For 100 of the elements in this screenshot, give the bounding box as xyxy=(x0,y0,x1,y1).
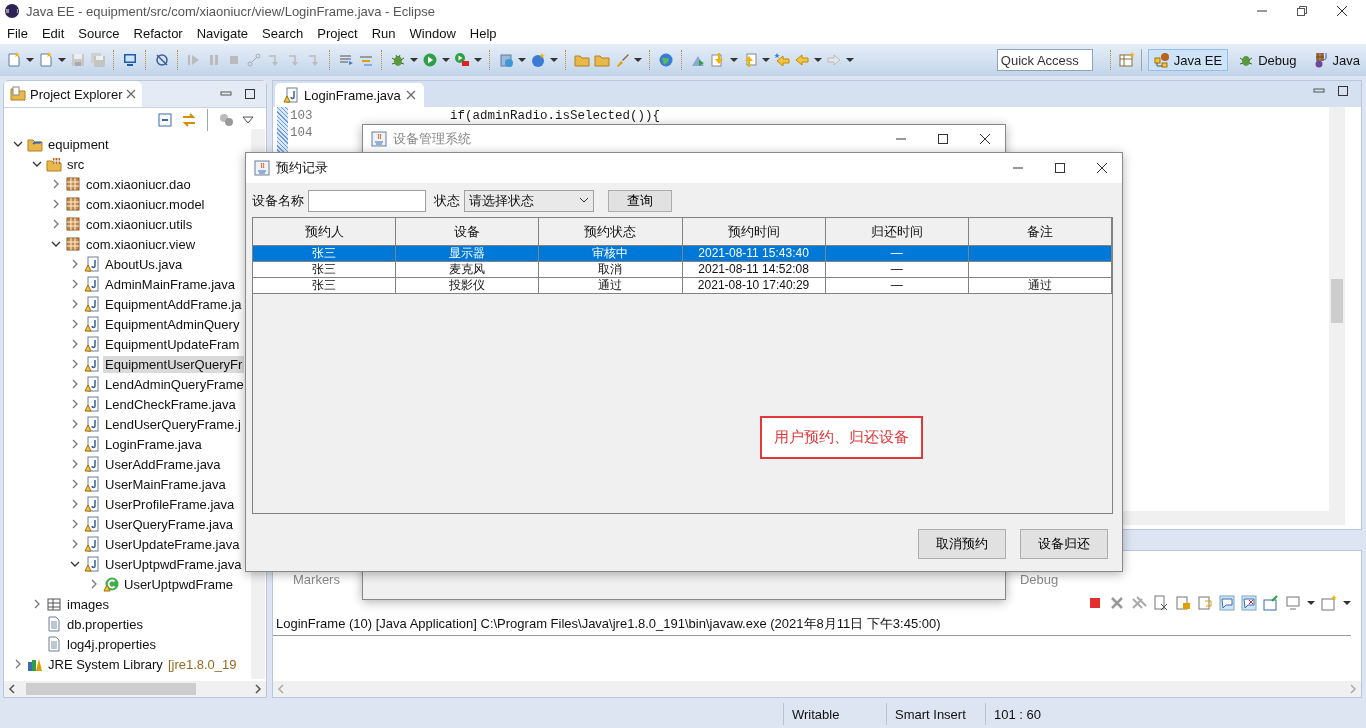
quick-access-field[interactable]: Quick Access xyxy=(996,49,1093,71)
link-editor-icon[interactable] xyxy=(181,112,197,128)
menu-item[interactable]: File xyxy=(0,25,35,41)
menu-item[interactable]: Run xyxy=(364,25,403,41)
folder-icon[interactable] xyxy=(594,52,610,68)
close-icon[interactable] xyxy=(405,90,416,100)
column-header[interactable]: 预约状态 xyxy=(539,218,683,246)
scroll-left-icon[interactable] xyxy=(8,684,16,694)
maximize-icon[interactable] xyxy=(1054,162,1066,174)
table-row[interactable]: 张三 投影仪 通过 2021-08-10 17:40:29 — 通过 xyxy=(253,278,1112,294)
open-perspective-icon[interactable] xyxy=(1118,52,1135,68)
column-header[interactable]: 备注 xyxy=(968,218,1112,246)
tree-item[interactable]: LendAdminQueryFrame xyxy=(103,375,246,393)
globe-icon[interactable] xyxy=(658,52,674,68)
tree-item[interactable]: UserUptpwdFrame xyxy=(122,575,236,593)
tree-item[interactable]: LendCheckFrame.java xyxy=(103,395,238,413)
status-dropdown[interactable]: 请选择状态 xyxy=(464,190,594,212)
scrollbar[interactable] xyxy=(1329,107,1345,511)
tree-item[interactable]: AboutUs.java xyxy=(103,255,185,273)
tree-item[interactable]: log4j.properties xyxy=(65,635,158,653)
bug-icon[interactable] xyxy=(390,52,406,68)
perspective-button[interactable]: Java EE xyxy=(1147,49,1229,71)
slashed-circle-icon[interactable] xyxy=(154,52,170,68)
tree-item[interactable]: EquipmentAddFrame.ja xyxy=(103,295,244,313)
table-row[interactable]: 张三 麦克风 取消 2021-08-11 14:52:08 — xyxy=(253,262,1112,278)
tree-item[interactable]: UserMainFrame.java xyxy=(103,475,228,493)
tree-item[interactable]: UserQueryFrame.java xyxy=(103,515,235,533)
maximize-icon[interactable] xyxy=(244,88,256,100)
menu-item[interactable]: Window xyxy=(402,25,463,41)
window-title: Java EE - equipment/src/com/xiaoniucr/view/LoginFrame.java - Eclipse xyxy=(26,3,436,19)
remove-icon[interactable] xyxy=(1109,595,1125,611)
show-error-icon[interactable] xyxy=(1241,595,1257,611)
editor-tab[interactable]: LoginFrame.java xyxy=(275,83,424,107)
close-icon[interactable] xyxy=(979,133,991,145)
dialog-button[interactable]: 设备归还 xyxy=(1020,529,1108,559)
view-tab[interactable]: Markers xyxy=(293,572,340,587)
maximize-icon[interactable] xyxy=(1337,85,1349,97)
tree-item[interactable]: UserProfileFrame.java xyxy=(103,495,237,513)
tree-item[interactable]: com.xiaoniucr.view xyxy=(84,235,198,253)
perspective-button[interactable]: Java xyxy=(1306,49,1366,71)
column-header[interactable]: 预约时间 xyxy=(682,218,826,246)
remove-all-icon[interactable] xyxy=(1131,595,1147,611)
tree-item[interactable]: images xyxy=(65,595,111,613)
tree-item[interactable]: EquipmentUserQueryFr xyxy=(103,355,245,373)
tree-item[interactable]: UserUptpwdFrame.java xyxy=(103,555,244,573)
menu-item[interactable]: Help xyxy=(462,25,504,41)
table-row[interactable]: 张三 显示器 审核中 2021-08-11 15:43:40 — xyxy=(253,246,1112,262)
collapse-all-icon[interactable] xyxy=(157,112,173,128)
menu-item[interactable]: Edit xyxy=(34,25,72,41)
menu-item[interactable]: Project xyxy=(310,25,365,41)
lock-icon[interactable] xyxy=(1175,595,1191,611)
folder-icon[interactable] xyxy=(574,52,590,68)
back-star-icon[interactable] xyxy=(774,52,790,68)
tree-item[interactable]: UserUpdateFrame.java xyxy=(103,535,242,553)
pin-icon[interactable] xyxy=(1263,595,1279,611)
menu-item[interactable]: Search xyxy=(255,25,311,41)
tree-item[interactable]: LendUserQueryFrame.j xyxy=(103,415,243,433)
dialog-button[interactable]: 取消预约 xyxy=(918,529,1006,559)
tree-item[interactable]: JRE System Library xyxy=(46,655,165,673)
view-menu-icon[interactable] xyxy=(242,114,254,126)
column-header[interactable]: 预约人 xyxy=(253,218,397,246)
tree-item[interactable]: equipment xyxy=(46,135,111,153)
query-button[interactable]: 查询 xyxy=(608,190,672,212)
tree-item[interactable]: UserAddFrame.java xyxy=(103,455,223,473)
close-icon[interactable] xyxy=(1336,5,1348,17)
project-explorer-tab[interactable]: Project Explorer xyxy=(4,81,143,107)
tree-item[interactable]: com.xiaoniucr.dao xyxy=(84,175,193,193)
list-icon[interactable] xyxy=(338,52,354,68)
close-icon[interactable] xyxy=(1096,162,1108,174)
stop-icon[interactable] xyxy=(1087,595,1103,611)
tree-item[interactable]: com.xiaoniucr.utils xyxy=(84,215,195,233)
java-file-icon xyxy=(84,496,100,512)
scroll-right-icon[interactable] xyxy=(254,684,262,694)
tree-item[interactable]: AdminMainFrame.java xyxy=(103,275,238,293)
menu-item[interactable]: Source xyxy=(71,25,127,41)
view-tab[interactable]: Debug xyxy=(1019,572,1059,587)
close-icon[interactable] xyxy=(126,89,137,99)
device-name-field[interactable] xyxy=(308,190,426,212)
clear-console-icon[interactable] xyxy=(1153,595,1169,611)
tree-item[interactable]: db.properties xyxy=(65,615,145,633)
monitor-icon[interactable] xyxy=(122,52,138,68)
show-output-icon[interactable] xyxy=(1219,595,1235,611)
tree-item[interactable]: EquipmentUpdateFram xyxy=(103,335,242,353)
tree-item[interactable]: EquipmentAdminQuery xyxy=(103,315,242,333)
menu-item[interactable]: Refactor xyxy=(126,25,190,41)
column-header[interactable]: 设备 xyxy=(396,218,540,246)
java-file-icon xyxy=(84,536,100,552)
tree-item[interactable]: com.xiaoniucr.model xyxy=(84,195,207,213)
scrollbar-thumb[interactable] xyxy=(26,683,196,695)
restore-icon[interactable] xyxy=(1296,5,1308,17)
filters-icon[interactable] xyxy=(218,112,234,128)
scrollbar-thumb[interactable] xyxy=(1331,279,1343,323)
column-header[interactable]: 归还时间 xyxy=(825,218,969,246)
tree-item[interactable]: LoginFrame.java xyxy=(103,435,204,453)
perspective-button[interactable]: Debug xyxy=(1232,49,1303,71)
maximize-icon[interactable] xyxy=(937,133,949,145)
window-title: 设备管理系统 xyxy=(393,130,472,148)
menu-item[interactable]: Navigate xyxy=(189,25,255,41)
run-tools-icon[interactable] xyxy=(454,52,470,68)
tree-item[interactable]: src xyxy=(65,155,87,173)
